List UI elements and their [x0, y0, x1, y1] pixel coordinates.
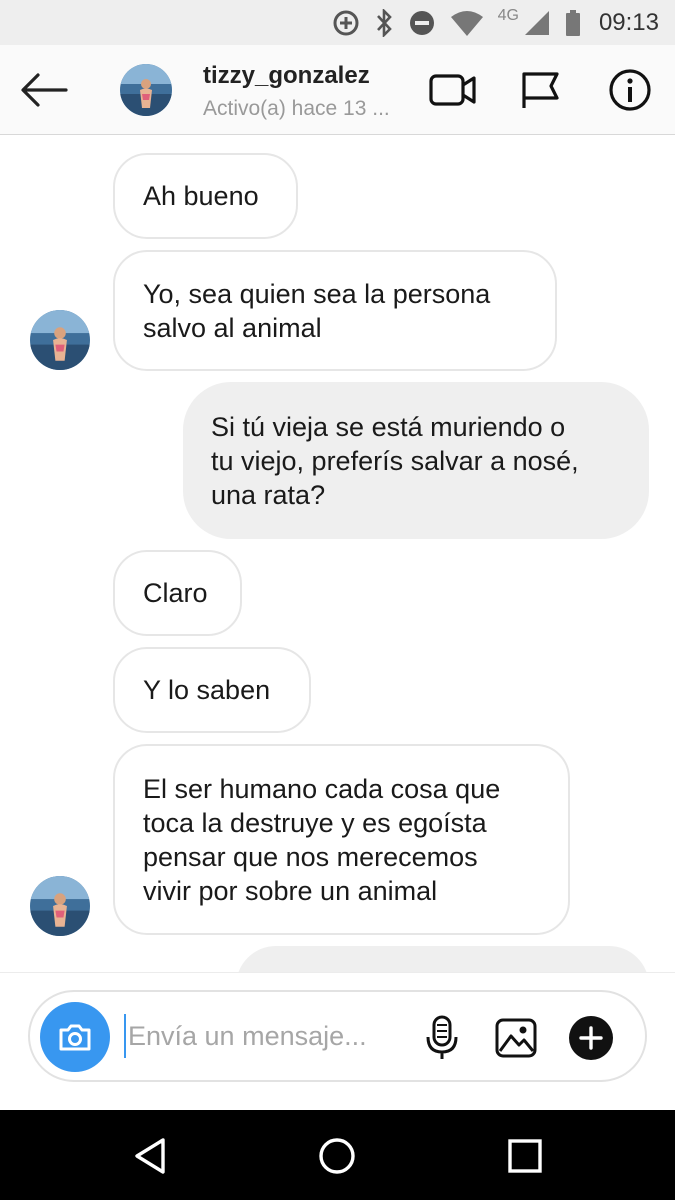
- message-composer: [28, 990, 647, 1082]
- message-bubble-outgoing-partial[interactable]: [236, 946, 649, 972]
- video-call-icon: [429, 74, 476, 106]
- gallery-icon: [495, 1018, 537, 1058]
- chat-header: tizzy_gonzalez Activo(a) hace 13 ...: [0, 45, 675, 135]
- gallery-button[interactable]: [490, 1012, 542, 1064]
- do-not-disturb-icon: [409, 10, 434, 35]
- back-arrow-icon: [21, 73, 68, 107]
- back-button[interactable]: [18, 67, 70, 113]
- message-text: Ah bueno: [143, 181, 259, 211]
- message-input[interactable]: [124, 1014, 404, 1058]
- message-bubble-outgoing[interactable]: Si tú vieja se está muriendo o tu viejo,…: [183, 382, 649, 539]
- info-icon: [609, 69, 651, 111]
- system-home-button[interactable]: [311, 1130, 363, 1182]
- system-back-button[interactable]: [124, 1130, 176, 1182]
- message-bubble-incoming[interactable]: Y lo saben: [113, 647, 311, 733]
- status-bar: 4G 09:13: [0, 0, 675, 45]
- avatar-photo: [120, 64, 172, 116]
- message-text: Si tú vieja se está muriendo o tu viejo,…: [211, 411, 579, 510]
- message-thread[interactable]: Ah bueno Yo, sea quien sea la persona sa…: [0, 136, 675, 972]
- cell-signal-icon: [524, 10, 549, 35]
- message-bubble-incoming[interactable]: Ah bueno: [113, 153, 298, 239]
- chat-username[interactable]: tizzy_gonzalez: [203, 62, 370, 90]
- report-button[interactable]: [515, 67, 565, 113]
- sender-avatar[interactable]: [30, 876, 90, 936]
- voice-message-button[interactable]: [416, 1012, 468, 1064]
- battery-icon: [565, 9, 580, 36]
- message-bubble-incoming[interactable]: El ser humano cada cosa que toca la dest…: [113, 744, 570, 935]
- message-bubble-incoming[interactable]: Claro: [113, 550, 242, 636]
- back-triangle-icon: [135, 1138, 165, 1174]
- bluetooth-icon: [376, 8, 392, 37]
- system-navigation-bar: [0, 1110, 675, 1200]
- info-button[interactable]: [605, 67, 655, 113]
- data-saver-icon: [333, 10, 359, 35]
- avatar[interactable]: [120, 64, 172, 116]
- message-text: Yo, sea quien sea la persona salvo al an…: [143, 278, 491, 343]
- message-text: Claro: [143, 578, 208, 608]
- network-type-label: 4G: [497, 6, 519, 24]
- message-bubble-incoming[interactable]: Yo, sea quien sea la persona salvo al an…: [113, 250, 557, 371]
- plus-icon: [569, 1016, 613, 1060]
- home-circle-icon: [319, 1138, 355, 1174]
- sender-avatar[interactable]: [30, 310, 90, 370]
- system-recents-button[interactable]: [499, 1130, 551, 1182]
- microphone-icon: [426, 1015, 458, 1059]
- camera-icon: [59, 1024, 91, 1051]
- camera-button[interactable]: [40, 1002, 110, 1072]
- video-call-button[interactable]: [428, 67, 478, 113]
- clock: 09:13: [598, 8, 659, 36]
- activity-status: Activo(a) hace 13 ...: [203, 97, 390, 120]
- status-icons: 4G 09:13: [332, 0, 659, 45]
- composer-area: [0, 972, 675, 1110]
- more-options-button[interactable]: [565, 1012, 617, 1064]
- flag-icon: [522, 72, 559, 108]
- avatar-photo: [30, 876, 90, 936]
- wifi-icon: [450, 10, 483, 36]
- avatar-photo: [30, 310, 90, 370]
- message-text: Y lo saben: [143, 675, 271, 705]
- message-text: El ser humano cada cosa que toca la dest…: [143, 773, 501, 906]
- recents-square-icon: [508, 1139, 542, 1173]
